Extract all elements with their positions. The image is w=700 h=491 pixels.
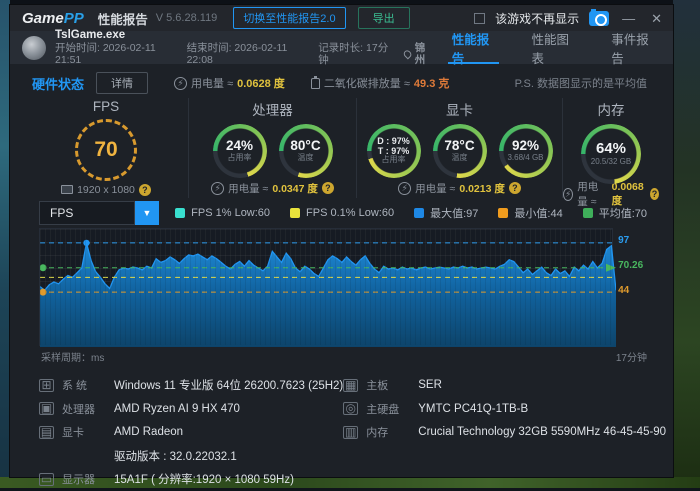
cpu-title: 处理器 bbox=[252, 99, 293, 119]
gamepp-report-window: GamePP 性能报告 V 5.6.28.119 切换至性能报告2.0 导出 该… bbox=[9, 4, 674, 478]
sysinfo-row-driver: 驱动版本 : 32.0.22032.1 bbox=[39, 445, 343, 468]
sysinfo-row-monitor: ▭ 显示器 15A1F ( 分辨率:1920 × 1080 59Hz) bbox=[39, 468, 343, 491]
legend-fps-01pct-low: FPS 0.1% Low:60 bbox=[290, 205, 394, 221]
legend-max: 最大值:97 bbox=[414, 205, 478, 221]
system-info-section: ⊞ 系 统 Windows 11 专业版 64位 26200.7623 (25H… bbox=[10, 364, 673, 491]
ref-label-avg: 70.26 bbox=[618, 260, 643, 271]
cpu-gauge-column: 处理器 24%占用率 80°C温度 ⚡ 用电量 ≈ 0.0347 度 ? bbox=[188, 98, 356, 198]
location: 锦州 bbox=[404, 42, 433, 66]
app-title: 性能报告 bbox=[98, 9, 148, 28]
power-icon: ⚡ bbox=[398, 182, 411, 195]
cpu-temp-gauge: 80°C温度 bbox=[279, 124, 333, 178]
sysinfo-row-cpu: ▣ 处理器 AMD Ryzen AI 9 HX 470 bbox=[39, 398, 343, 421]
legend-avg: 平均值:70 bbox=[583, 205, 647, 221]
help-icon[interactable]: ? bbox=[139, 184, 151, 196]
ram-gauge-column: 内存 64%20.5/32 GB ⚡ 用电量 ≈ 0.0068 度 ? bbox=[562, 98, 659, 198]
end-time: 结束时间: 2026-02-11 22:08 bbox=[187, 42, 307, 66]
app-version: V 5.6.28.119 bbox=[156, 12, 218, 24]
cpu-usage-gauge: 24%占用率 bbox=[213, 124, 267, 178]
fps-resolution: 1920 x 1080 ? bbox=[61, 181, 151, 198]
total-power-stat: ⚡ 用电量 ≈ 0.0628 度 bbox=[174, 75, 285, 91]
sysinfo-row-os: ⊞ 系 统 Windows 11 专业版 64位 26200.7623 (25H… bbox=[39, 374, 343, 397]
cpu-icon: ▣ bbox=[39, 402, 54, 415]
sampling-period-label: 采样周期：ms bbox=[41, 349, 104, 364]
hardware-status-title: 硬件状态 bbox=[32, 74, 84, 93]
cpu-power: ⚡ 用电量 ≈ 0.0347 度 ? bbox=[211, 178, 334, 198]
ref-label-max: 97 bbox=[618, 235, 629, 246]
motherboard-icon: ▦ bbox=[343, 379, 358, 392]
disk-icon: ◎ bbox=[343, 402, 358, 415]
gpu-title: 显卡 bbox=[446, 99, 473, 119]
legend-min: 最小值:44 bbox=[498, 205, 562, 221]
desktop-background-right bbox=[673, 0, 700, 488]
fps-area-chart[interactable] bbox=[39, 228, 613, 346]
gpu-usage-gauge: D : 97%T : 97%占用率 bbox=[367, 124, 421, 178]
screenshot-camera-button[interactable] bbox=[589, 11, 609, 26]
co2-icon bbox=[311, 78, 320, 89]
gpu-gauge-column: 显卡 D : 97%T : 97%占用率 78°C温度 92%3.68/4 GB… bbox=[356, 98, 562, 198]
gpu-temp-gauge: 78°C温度 bbox=[433, 124, 487, 178]
details-button[interactable]: 详情 bbox=[96, 72, 148, 94]
tab-performance-chart[interactable]: 性能图表 bbox=[513, 31, 593, 64]
help-icon[interactable]: ? bbox=[322, 182, 334, 194]
fps-gauge: 70 bbox=[75, 119, 137, 181]
fps-gauge-column: FPS 70 1920 x 1080 ? bbox=[24, 98, 188, 198]
monitor-icon: ▭ bbox=[39, 473, 54, 486]
close-button[interactable]: ✕ bbox=[648, 12, 665, 25]
report-tabs: 性能报告 性能图表 事件报告 bbox=[434, 31, 673, 64]
duration-label: 17分钟 bbox=[616, 349, 647, 364]
gauges-section: FPS 70 1920 x 1080 ? 处理器 24%占用率 80°C温度 bbox=[10, 98, 673, 198]
power-icon: ⚡ bbox=[174, 77, 187, 90]
switch-report-2-button[interactable]: 切换至性能报告2.0 bbox=[233, 7, 345, 29]
legend-fps-1pct-low: FPS 1% Low:60 bbox=[175, 205, 270, 221]
ref-label-min: 44 bbox=[618, 285, 629, 296]
ps-note: P.S. 数据图显示的是平均值 bbox=[515, 75, 647, 91]
chart-controls-row: FPS ▼ FPS 1% Low:60 FPS 0.1% Low:60 最大值:… bbox=[10, 198, 673, 228]
fps-chart-section: 97 70.26 44 采样周期：ms 17分钟 bbox=[10, 228, 673, 364]
sysinfo-row-disk: ◎ 主硬盘 YMTC PC41Q-1TB-B bbox=[343, 398, 666, 421]
chart-axis-row: 采样周期：ms 17分钟 bbox=[39, 346, 649, 364]
co2-stat: 二氧化碳排放量 ≈ 49.3 克 bbox=[311, 75, 450, 91]
chart-legend: FPS 1% Low:60 FPS 0.1% Low:60 最大值:97 最小值… bbox=[175, 205, 647, 221]
tab-event-report[interactable]: 事件报告 bbox=[593, 31, 673, 64]
sysinfo-row-motherboard: ▦ 主板 SER bbox=[343, 374, 666, 397]
game-info-bar: TslGame.exe 开始时间: 2026-02-11 21:51 结束时间:… bbox=[10, 31, 673, 64]
gpu-icon: ▤ bbox=[39, 426, 54, 439]
game-icon bbox=[22, 36, 46, 60]
dont-show-checkbox[interactable] bbox=[474, 13, 485, 24]
sysinfo-row-gpu: ▤ 显卡 AMD Radeon bbox=[39, 421, 343, 444]
tab-performance-report[interactable]: 性能报告 bbox=[434, 31, 514, 64]
ram-icon: ▥ bbox=[343, 426, 358, 439]
game-exe-name: TslGame.exe bbox=[55, 29, 434, 42]
minimize-button[interactable]: — bbox=[619, 12, 638, 25]
session-times: 开始时间: 2026-02-11 21:51 结束时间: 2026-02-11 … bbox=[55, 42, 434, 66]
sysinfo-row-ram: ▥ 内存 Crucial Technology 32GB 5590MHz 46-… bbox=[343, 421, 666, 444]
export-button[interactable]: 导出 bbox=[358, 7, 410, 29]
gpu-power: ⚡ 用电量 ≈ 0.0213 度 ? bbox=[398, 178, 521, 198]
start-time: 开始时间: 2026-02-11 21:51 bbox=[55, 42, 175, 66]
system-icon: ⊞ bbox=[39, 379, 54, 392]
location-pin-icon bbox=[403, 49, 414, 60]
ram-usage-gauge: 64%20.5/32 GB bbox=[581, 124, 641, 184]
ram-title: 内存 bbox=[598, 99, 625, 119]
record-duration: 记录时长: 17分钟 bbox=[318, 42, 392, 66]
metric-selector[interactable]: FPS ▼ bbox=[39, 201, 159, 225]
chevron-down-icon: ▼ bbox=[135, 201, 159, 225]
gpu-vram-gauge: 92%3.68/4 GB bbox=[499, 124, 553, 178]
monitor-icon bbox=[61, 185, 73, 194]
metric-selector-value: FPS bbox=[39, 201, 135, 225]
fps-title: FPS bbox=[93, 99, 119, 114]
gamepp-logo: GamePP bbox=[22, 10, 84, 27]
help-icon[interactable]: ? bbox=[509, 182, 521, 194]
power-icon: ⚡ bbox=[211, 182, 224, 195]
spacer bbox=[39, 449, 54, 462]
dont-show-label: 该游戏不再显示 bbox=[495, 10, 579, 27]
title-bar: GamePP 性能报告 V 5.6.28.119 切换至性能报告2.0 导出 该… bbox=[10, 5, 673, 31]
chart-ref-labels: 97 70.26 44 bbox=[613, 228, 647, 346]
hardware-status-row: 硬件状态 详情 ⚡ 用电量 ≈ 0.0628 度 二氧化碳排放量 ≈ 49.3 … bbox=[10, 68, 673, 98]
